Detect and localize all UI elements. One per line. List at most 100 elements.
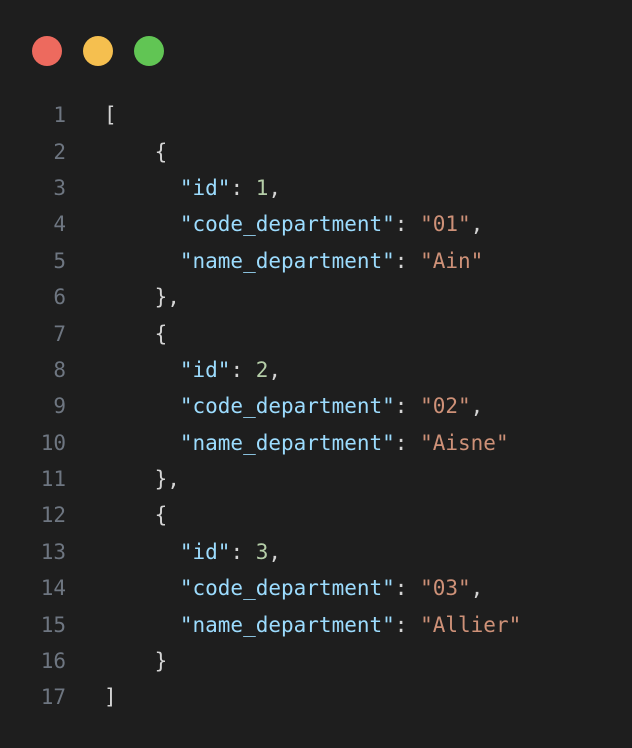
code-line: 2 { bbox=[0, 133, 632, 169]
code-line: 10 "name_department": "Aisne" bbox=[0, 425, 632, 461]
line-content: "id": 3, bbox=[104, 540, 281, 564]
minimize-button[interactable] bbox=[83, 36, 113, 66]
line-content: [ bbox=[104, 103, 117, 127]
line-number: 8 bbox=[53, 357, 66, 382]
line-number: 17 bbox=[40, 685, 66, 710]
line-number: 5 bbox=[53, 248, 66, 273]
window-controls bbox=[32, 36, 164, 66]
line-number: 6 bbox=[53, 285, 66, 310]
line-number: 11 bbox=[40, 467, 66, 492]
json-punctuation: : bbox=[230, 175, 256, 200]
line-content: "id": 2, bbox=[104, 358, 281, 382]
line-content: "name_department": "Allier" bbox=[104, 613, 521, 637]
code-line: 13 "id": 3, bbox=[0, 534, 632, 570]
line-number: 4 bbox=[53, 212, 66, 237]
code-editor[interactable]: 1[2 {3 "id": 1, 4 "code_department": "01"… bbox=[0, 97, 632, 716]
line-content: "name_department": "Ain" bbox=[104, 249, 483, 273]
line-content: { bbox=[104, 321, 168, 346]
line-number: 13 bbox=[40, 539, 66, 564]
line-number: 12 bbox=[40, 503, 66, 528]
json-punctuation: ] bbox=[104, 685, 117, 710]
json-number: 1 bbox=[255, 175, 269, 200]
json-key: "id" bbox=[179, 539, 231, 564]
json-punctuation: } bbox=[154, 649, 168, 674]
json-punctuation: : bbox=[394, 576, 421, 601]
code-line: 6 }, bbox=[0, 279, 632, 315]
json-punctuation: , bbox=[268, 539, 282, 564]
code-line: 15 "name_department": "Allier" bbox=[0, 606, 632, 642]
json-string: "Aisne" bbox=[420, 430, 509, 455]
line-content: "code_department": "03", bbox=[104, 576, 483, 600]
line-content: { bbox=[104, 503, 168, 528]
code-line: 7 { bbox=[0, 315, 632, 351]
json-key: "id" bbox=[179, 175, 231, 200]
json-string: "01" bbox=[420, 212, 471, 237]
line-number: 10 bbox=[40, 430, 66, 455]
json-punctuation: : bbox=[394, 612, 421, 637]
json-string: "02" bbox=[420, 394, 471, 419]
json-punctuation: [ bbox=[104, 103, 117, 128]
json-punctuation: , bbox=[268, 175, 282, 200]
line-content: { bbox=[104, 139, 168, 164]
line-number: 9 bbox=[53, 394, 66, 419]
json-key: "name_department" bbox=[179, 430, 395, 455]
line-content: }, bbox=[104, 467, 180, 491]
line-content: "id": 1, bbox=[104, 176, 281, 200]
json-punctuation: : bbox=[230, 357, 256, 382]
code-line: 3 "id": 1, bbox=[0, 170, 632, 206]
json-punctuation: { bbox=[154, 139, 168, 164]
maximize-button[interactable] bbox=[134, 36, 164, 66]
json-key: "code_department" bbox=[179, 394, 395, 419]
json-punctuation: , bbox=[268, 357, 282, 382]
line-number: 7 bbox=[53, 321, 66, 346]
json-number: 2 bbox=[255, 357, 269, 382]
json-string: "Ain" bbox=[420, 248, 484, 273]
json-key: "code_department" bbox=[179, 576, 395, 601]
line-content: "name_department": "Aisne" bbox=[104, 431, 509, 455]
json-key: "id" bbox=[179, 357, 231, 382]
json-key: "name_department" bbox=[179, 612, 395, 637]
json-punctuation: { bbox=[154, 503, 168, 528]
code-line: 17] bbox=[0, 679, 632, 715]
json-punctuation: : bbox=[394, 394, 421, 419]
code-line: 9 "code_department": "02", bbox=[0, 388, 632, 424]
json-punctuation: }, bbox=[154, 285, 180, 310]
line-number: 2 bbox=[53, 139, 66, 164]
close-button[interactable] bbox=[32, 36, 62, 66]
line-content: ] bbox=[104, 685, 117, 709]
code-line: 5 "name_department": "Ain" bbox=[0, 243, 632, 279]
json-punctuation: : bbox=[394, 248, 421, 273]
json-punctuation: { bbox=[154, 321, 168, 346]
json-punctuation: , bbox=[470, 394, 484, 419]
json-punctuation: , bbox=[470, 212, 484, 237]
json-key: "code_department" bbox=[179, 212, 395, 237]
json-punctuation: : bbox=[230, 539, 256, 564]
json-punctuation: , bbox=[470, 576, 484, 601]
line-number: 14 bbox=[40, 576, 66, 601]
line-number: 1 bbox=[53, 103, 66, 128]
code-line: 12 { bbox=[0, 497, 632, 533]
json-string: "Allier" bbox=[420, 612, 522, 637]
code-line: 1[ bbox=[0, 97, 632, 133]
line-content: } bbox=[104, 649, 168, 674]
code-line: 8 "id": 2, bbox=[0, 352, 632, 388]
code-line: 11 }, bbox=[0, 461, 632, 497]
code-line: 4 "code_department": "01", bbox=[0, 206, 632, 242]
json-punctuation: : bbox=[394, 430, 421, 455]
code-line: 14 "code_department": "03", bbox=[0, 570, 632, 606]
json-number: 3 bbox=[255, 539, 269, 564]
line-content: }, bbox=[104, 285, 180, 309]
